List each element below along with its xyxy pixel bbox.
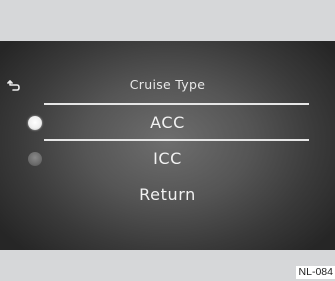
figure-frame: Cruise Type ACC ICC Return NL-084 [0,0,335,281]
option-icc-label: ICC [153,149,182,168]
menu-title: Cruise Type [129,77,206,92]
figure-reference-code: NL-084 [295,266,335,279]
option-return-label: Return [139,185,196,204]
option-return[interactable]: Return [0,177,335,211]
option-acc[interactable]: ACC [0,105,335,139]
option-acc-label: ACC [150,113,185,132]
display-screen: Cruise Type ACC ICC Return [0,41,335,250]
option-icc[interactable]: ICC [0,141,335,175]
